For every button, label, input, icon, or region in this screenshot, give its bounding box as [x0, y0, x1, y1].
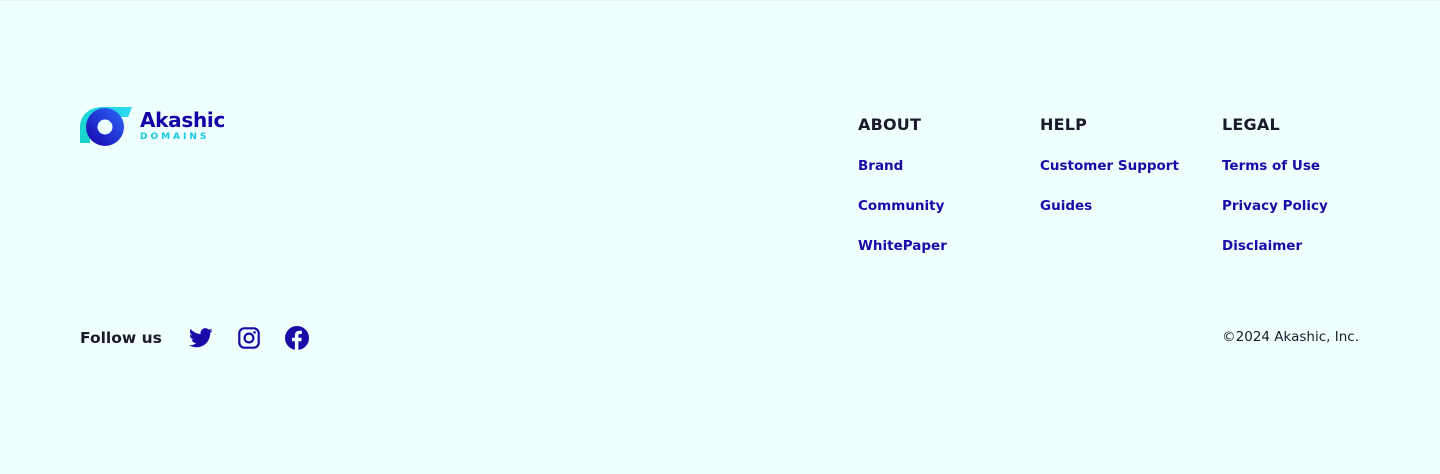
- link-customer-support[interactable]: Customer Support: [1040, 157, 1179, 175]
- akashic-logo-icon: [80, 107, 132, 146]
- link-brand[interactable]: Brand: [858, 157, 947, 175]
- column-title-legal: LEGAL: [1222, 115, 1280, 134]
- link-community[interactable]: Community: [858, 197, 947, 215]
- follow-us-label: Follow us: [80, 329, 162, 347]
- copyright-text: ©2024 Akashic, Inc.: [1222, 329, 1359, 345]
- link-guides[interactable]: Guides: [1040, 197, 1179, 215]
- column-title-about: ABOUT: [858, 115, 922, 134]
- twitter-icon[interactable]: [188, 325, 214, 351]
- link-terms-of-use[interactable]: Terms of Use: [1222, 157, 1328, 175]
- site-footer: Akashic DOMAINS ABOUT Brand Community Wh…: [0, 1, 1440, 474]
- footer-column-legal: LEGAL Terms of Use Privacy Policy Discla…: [1222, 115, 1328, 277]
- footer-column-about: ABOUT Brand Community WhitePaper: [858, 115, 947, 277]
- logo-wordmark: Akashic DOMAINS: [140, 110, 225, 142]
- footer-column-help: HELP Customer Support Guides: [1040, 115, 1179, 237]
- brand-logo[interactable]: Akashic DOMAINS: [80, 105, 225, 147]
- link-whitepaper[interactable]: WhitePaper: [858, 237, 947, 255]
- link-disclaimer[interactable]: Disclaimer: [1222, 237, 1328, 255]
- instagram-icon[interactable]: [236, 325, 262, 351]
- logo-subtitle: DOMAINS: [140, 132, 210, 142]
- column-title-help: HELP: [1040, 115, 1088, 134]
- logo-name: Akashic: [140, 108, 226, 132]
- social-follow: Follow us: [80, 325, 332, 351]
- link-privacy-policy[interactable]: Privacy Policy: [1222, 197, 1328, 215]
- facebook-icon[interactable]: [284, 325, 310, 351]
